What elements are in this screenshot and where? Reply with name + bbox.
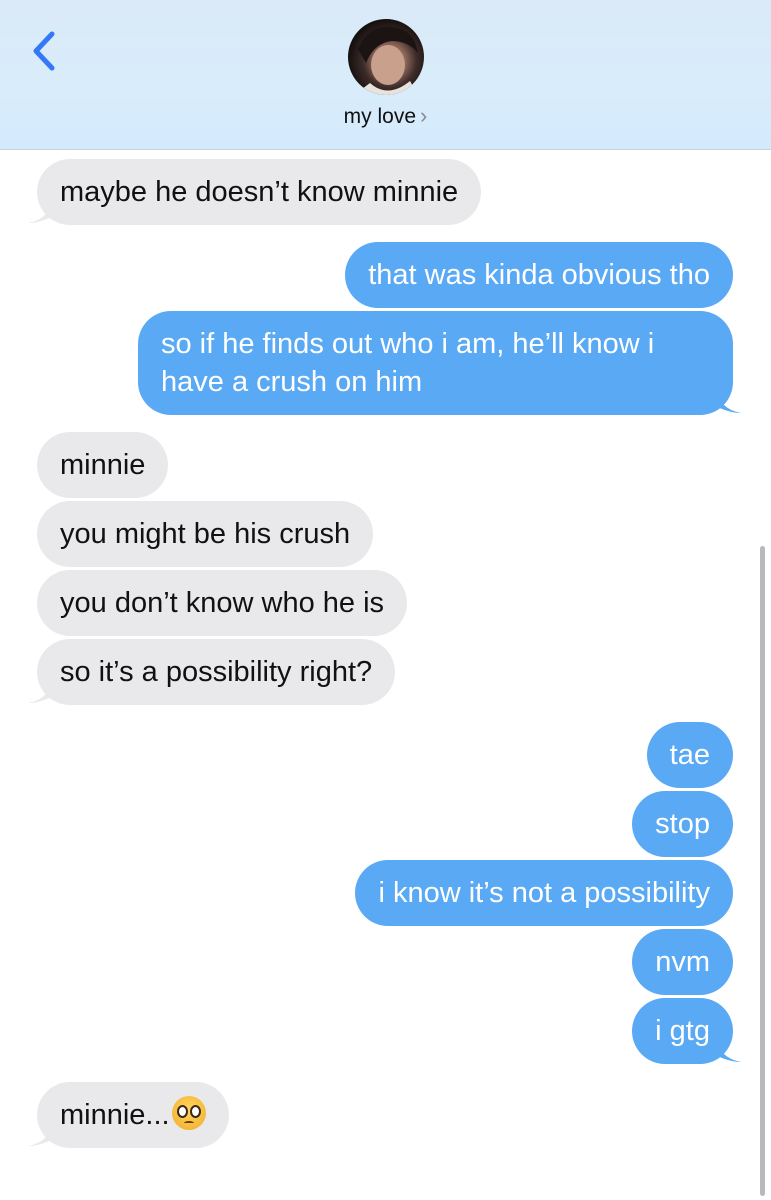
avatar[interactable] [348, 19, 424, 95]
bubble-tail [28, 197, 56, 223]
bubble-tail [713, 1036, 741, 1062]
message-bubble-outgoing[interactable]: stop [632, 791, 733, 857]
chevron-right-icon: › [420, 103, 428, 128]
avatar-photo [354, 26, 418, 95]
chevron-left-icon[interactable] [28, 28, 64, 74]
message-text: stop [655, 808, 710, 840]
message-bubble-outgoing[interactable]: i know it’s not a possibility [355, 860, 733, 926]
message-bubble-outgoing[interactable]: that was kinda obvious tho [345, 242, 733, 308]
pleading-face-emoji-icon [171, 1096, 206, 1130]
conversation-header: my love › [0, 0, 771, 150]
message-text: maybe he doesn’t know minnie [60, 176, 459, 208]
message-text: minnie [60, 449, 146, 481]
message-text: i know it’s not a possibility [378, 877, 710, 909]
message-bubble-incoming[interactable]: you might be his crush [37, 501, 374, 567]
message-bubble-incoming[interactable]: minnie [37, 432, 169, 498]
message-bubble-incoming[interactable]: minnie... [37, 1082, 229, 1148]
message-text: i gtg [655, 1015, 710, 1047]
message-text: so it’s a possibility right? [60, 656, 373, 688]
scrollbar[interactable] [760, 546, 765, 1196]
bubble-tail [28, 1120, 56, 1146]
message-bubble-outgoing[interactable]: tae [646, 722, 733, 788]
message-bubble-incoming[interactable]: maybe he doesn’t know minnie [37, 159, 482, 225]
bubble-tail [28, 677, 56, 703]
message-bubble-outgoing[interactable]: so if he finds out who i am, he’ll know … [138, 311, 733, 415]
message-text: tae [669, 739, 710, 771]
bubble-tail [713, 387, 741, 413]
contact-name: my love [343, 105, 417, 128]
message-text: minnie... [60, 1099, 170, 1131]
message-text: you might be his crush [60, 518, 351, 550]
message-text: so if he finds out who i am, he’ll know … [161, 328, 655, 398]
message-text: that was kinda obvious tho [368, 259, 710, 291]
message-text: you don’t know who he is [60, 587, 385, 619]
message-bubble-incoming[interactable]: so it’s a possibility right? [37, 639, 396, 705]
contact-name-button[interactable]: my love › [0, 103, 771, 133]
message-bubble-outgoing[interactable]: nvm [632, 929, 733, 995]
message-bubble-incoming[interactable]: you don’t know who he is [37, 570, 408, 636]
message-text: nvm [655, 946, 710, 978]
